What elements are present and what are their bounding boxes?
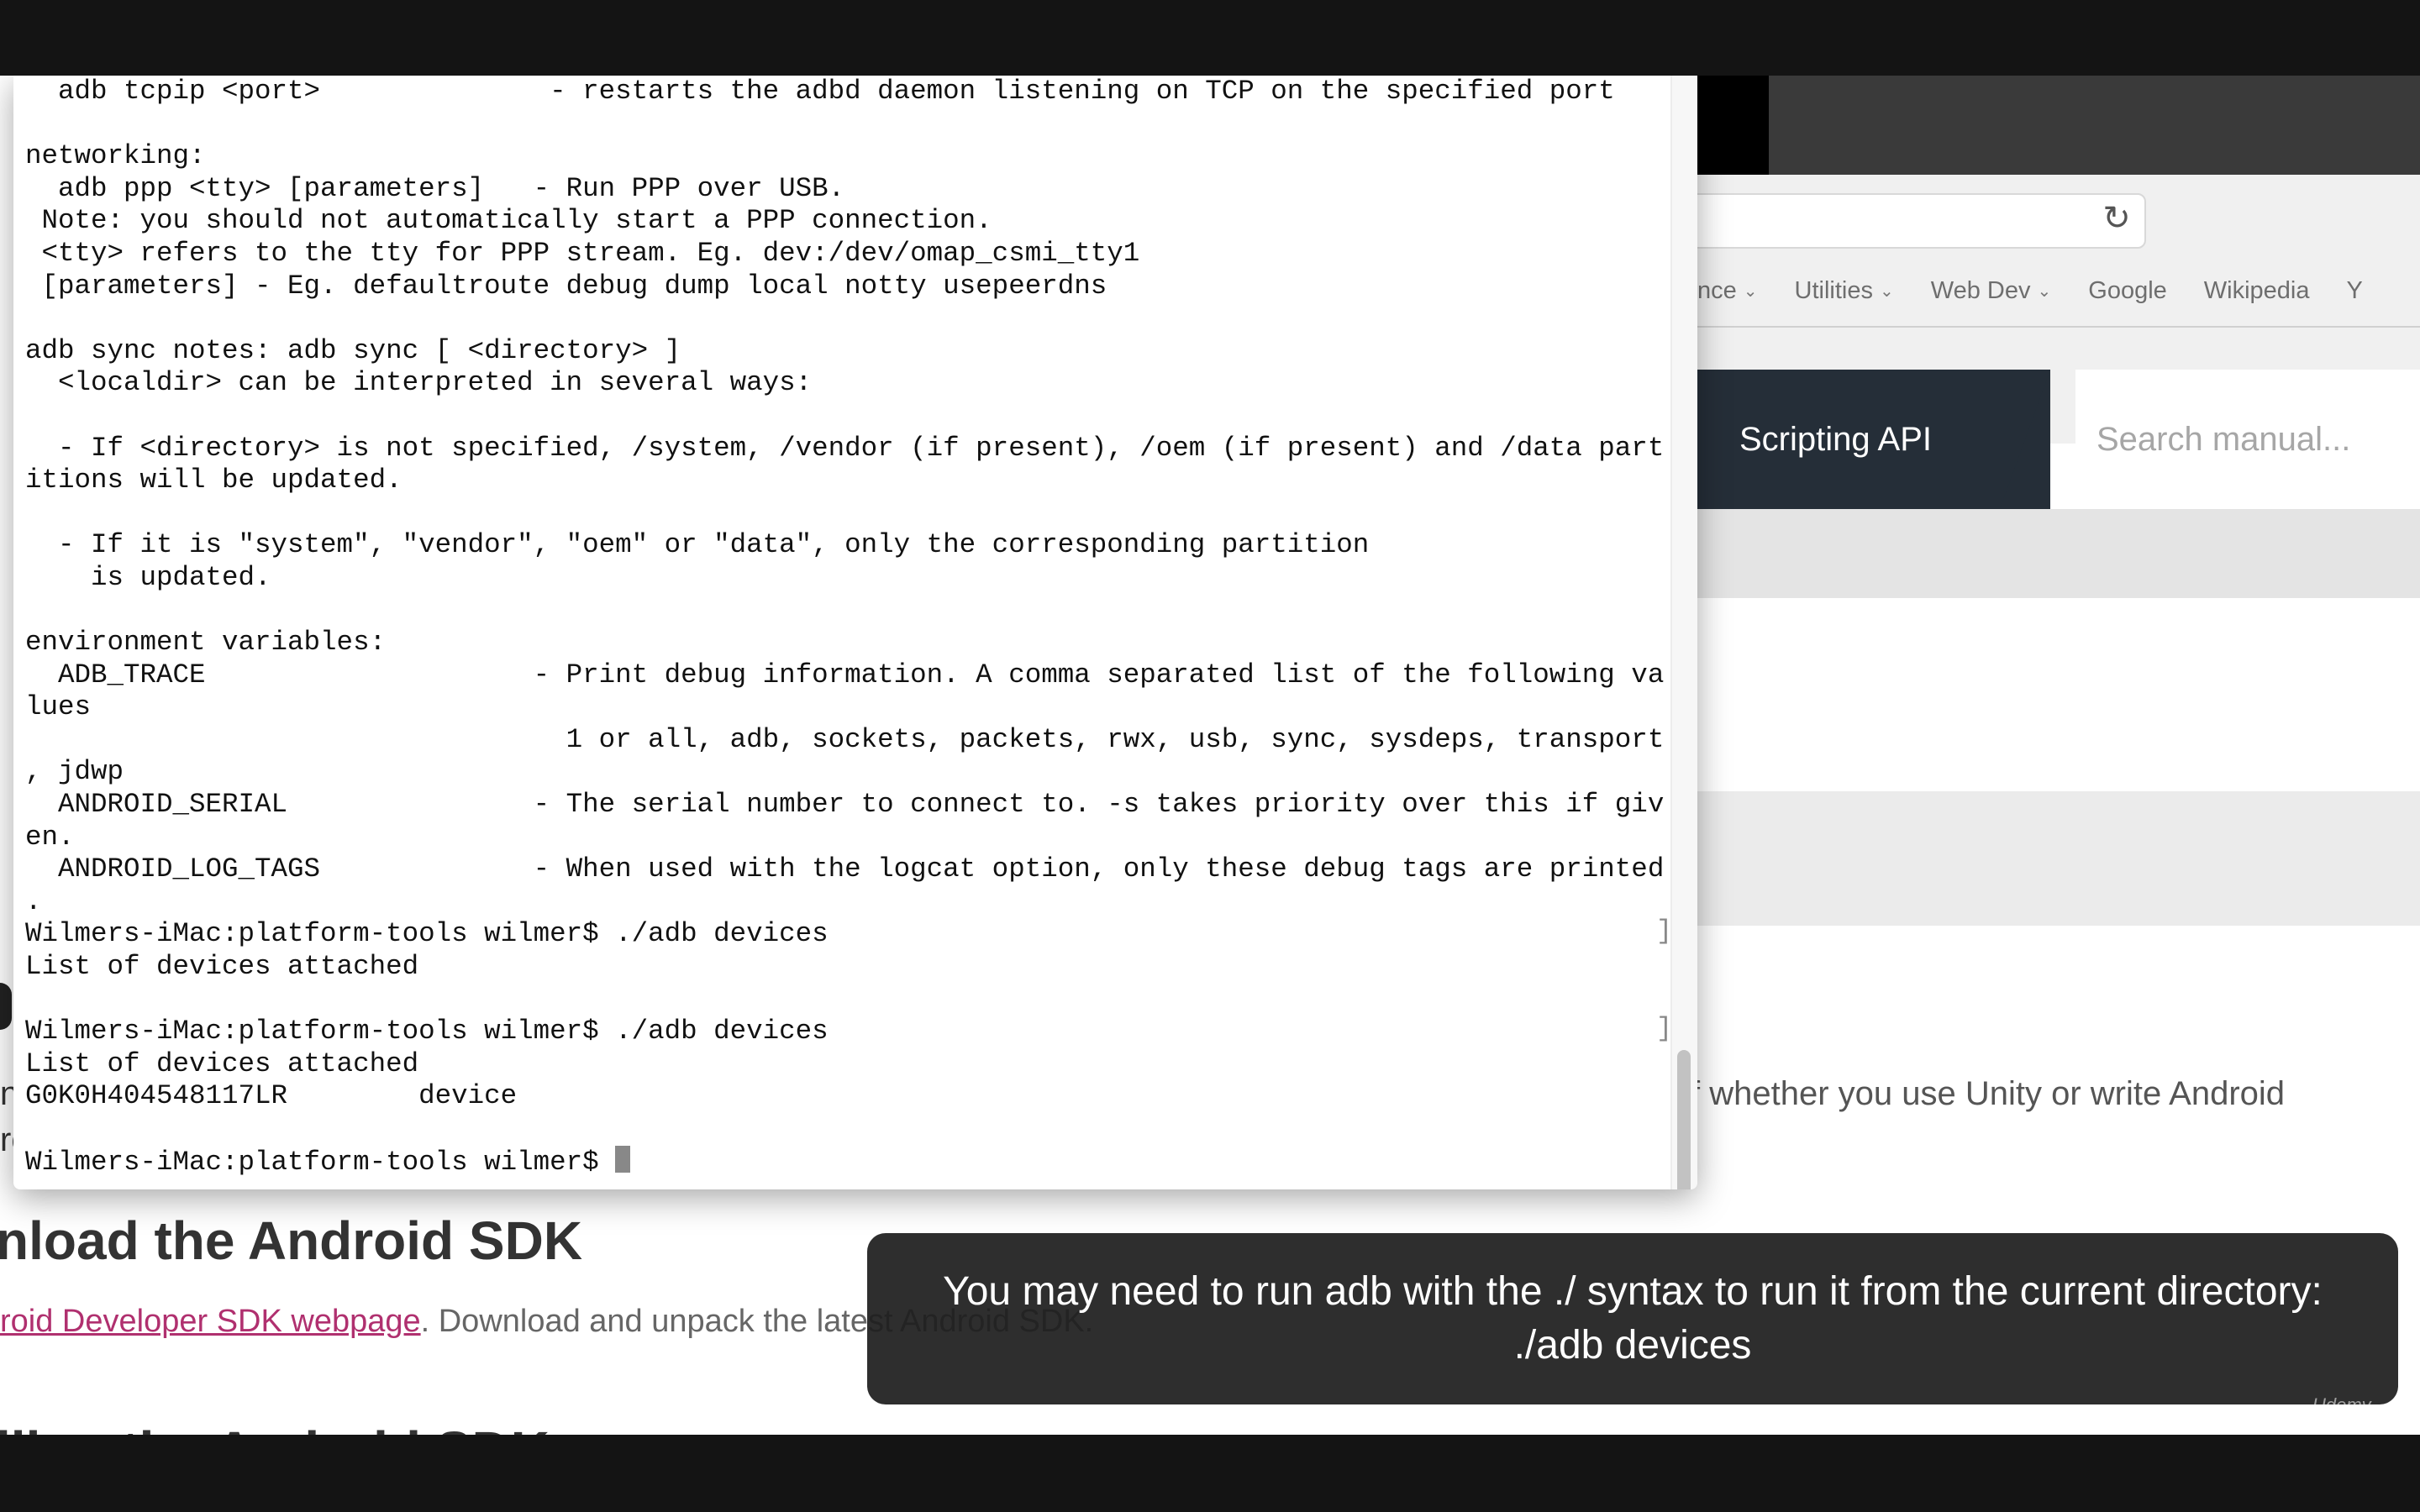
terminal-line: Wilmers-iMac:platform-tools wilmer$ (25, 1146, 616, 1178)
terminal-line: <localdir> can be interpreted in several… (25, 367, 813, 399)
terminal-window[interactable]: adb tcpip <port> - restarts the adbd dae… (13, 76, 1697, 1189)
terminal-line: adb sync notes: adb sync [ <directory> ] (25, 334, 681, 366)
terminal-line: G0K0H404548117LR device (25, 1080, 518, 1112)
terminal-line: en. (25, 821, 75, 853)
download-sdk-heading: nload the Android SDK (0, 1210, 583, 1271)
bookmark-folder-web-dev[interactable]: Web Dev ⌄ (1931, 277, 2052, 305)
bookmarks-bar: nce ⌄ Utilities ⌄ Web Dev ⌄ Google Wikipedi… (1697, 267, 2363, 314)
toolbar-divider (1697, 326, 2420, 328)
terminal-line: List of devices attached (25, 951, 419, 983)
terminal-line: - If <directory> is not specified, /syst… (25, 432, 1665, 464)
terminal-line: Wilmers-iMac:platform-tools wilmer$ ./ad… (25, 918, 829, 950)
chevron-down-icon: ⌄ (2037, 281, 2052, 301)
terminal-scrollbar-thumb[interactable] (1677, 1050, 1691, 1189)
terminal-output[interactable]: adb tcpip <port> - restarts the adbd dae… (25, 76, 1664, 1179)
terminal-line: , jdwp (25, 756, 124, 788)
chevron-down-icon: ⌄ (1880, 281, 1894, 301)
terminal-scrollbar[interactable] (1670, 76, 1697, 1189)
terminal-line: . (25, 885, 42, 917)
page-heading-fragment (0, 983, 12, 1030)
reload-icon[interactable]: ↻ (2098, 198, 2135, 239)
bookmark-y[interactable]: Y (2347, 277, 2363, 305)
terminal-cursor (615, 1145, 631, 1173)
terminal-line: adb tcpip <port> - restarts the adbd dae… (25, 76, 1615, 107)
terminal-line: adb ppp <tty> [parameters] - Run PPP ove… (25, 172, 845, 204)
video-caption: You may need to run adb with the ./ synt… (867, 1233, 2398, 1404)
chevron-down-icon: ⌄ (1743, 281, 1758, 301)
terminal-line: environment variables: (25, 627, 387, 659)
bookmark-folder-nce[interactable]: nce ⌄ (1697, 277, 1758, 305)
caption-line-1: You may need to run adb with the ./ synt… (943, 1269, 2323, 1314)
search-manual-placeholder: Search manual... (2096, 421, 2351, 458)
letterbox-bottom (0, 1435, 2420, 1512)
bookmark-wikipedia[interactable]: Wikipedia (2204, 277, 2310, 305)
page-band (1697, 791, 2420, 926)
terminal-line: - If it is "system", "vendor", "oem" or … (25, 529, 1370, 561)
letterbox-top (0, 0, 2420, 76)
caption-line-2: ./adb devices (1513, 1323, 1752, 1368)
window-titlebar (1769, 76, 2420, 175)
nav-scripting-api-link[interactable]: Scripting API (1739, 370, 1932, 509)
udemy-watermark: Udemy (2312, 1394, 2371, 1415)
page-band (1697, 509, 2420, 598)
terminal-line: itions will be updated. (25, 465, 402, 496)
address-bar[interactable] (1647, 193, 2146, 249)
installing-sdk-heading: lling the Android SDK (0, 1420, 550, 1435)
terminal-line: [parameters] - Eg. defaultroute debug du… (25, 270, 1107, 302)
terminal-line: ANDROID_SERIAL - The serial number to co… (25, 789, 1665, 821)
terminal-line: Wilmers-iMac:platform-tools wilmer$ ./ad… (25, 1016, 829, 1047)
terminal-line: lues (25, 691, 92, 723)
terminal-line: List of devices attached (25, 1047, 419, 1079)
terminal-line: networking: (25, 140, 206, 172)
site-nav-slant (2000, 370, 2050, 509)
android-developer-sdk-link[interactable]: roid Developer SDK webpage (0, 1304, 421, 1339)
bookmark-folder-utilities[interactable]: Utilities ⌄ (1795, 277, 1894, 305)
bookmark-google[interactable]: Google (2088, 277, 2167, 305)
terminal-line: ANDROID_LOG_TAGS - When used with the lo… (25, 853, 1665, 885)
terminal-line: 1 or all, adb, sockets, packets, rwx, us… (25, 723, 1665, 755)
terminal-line: ADB_TRACE - Print debug information. A c… (25, 659, 1665, 690)
page-paragraph: f whether you use Unity or write Android (1691, 1075, 2286, 1112)
terminal-line: <tty> refers to the tty for PPP stream. … (25, 237, 1140, 269)
terminal-line: is updated. (25, 561, 271, 593)
terminal-line: Note: you should not automatically start… (25, 205, 992, 237)
